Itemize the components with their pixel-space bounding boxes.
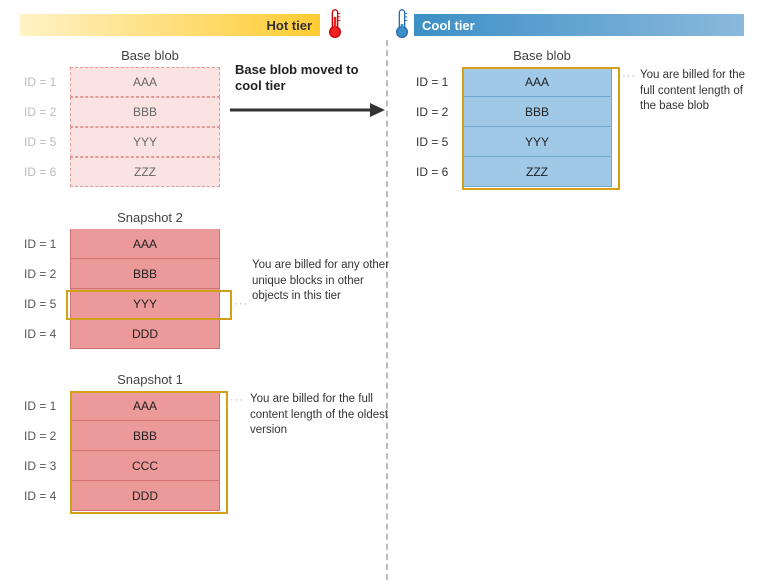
- id-label: ID = 1: [20, 237, 70, 251]
- block-cell: BBB: [462, 97, 612, 127]
- block-cell: YYY: [70, 289, 220, 319]
- id-label: ID = 2: [20, 267, 70, 281]
- hot-tier-label: Hot tier: [267, 18, 313, 33]
- id-label: ID = 1: [20, 399, 70, 413]
- base-blob-cool-title: Base blob: [467, 48, 617, 63]
- block-cell: YYY: [462, 127, 612, 157]
- block-cell: AAA: [462, 67, 612, 97]
- id-label: ID = 3: [20, 459, 70, 473]
- id-label: ID = 6: [412, 165, 462, 179]
- block-cell: ZZZ: [462, 157, 612, 187]
- id-label: ID = 1: [412, 75, 462, 89]
- block-cell: BBB: [70, 259, 220, 289]
- hot-tier-header: Hot tier: [20, 14, 320, 36]
- base-blob-cool-group: Base blob ID = 1AAA ID = 2BBB ID = 5YYY …: [412, 48, 617, 187]
- tier-divider: [386, 40, 388, 580]
- id-label: ID = 5: [412, 135, 462, 149]
- snapshot-2-group: Snapshot 2 ID = 1AAA ID = 2BBB ID = 5YYY…: [20, 210, 225, 349]
- id-label: ID = 2: [20, 105, 70, 119]
- block-cell: AAA: [70, 67, 220, 97]
- base-blob-hot-title: Base blob: [75, 48, 225, 63]
- base-blob-hot-group: Base blob ID = 1AAA ID = 2BBB ID = 5YYY …: [20, 48, 225, 187]
- move-arrow-icon: [230, 100, 385, 123]
- block-cell: DDD: [70, 481, 220, 511]
- block-cell: AAA: [70, 229, 220, 259]
- cool-tier-label: Cool tier: [422, 18, 475, 33]
- cool-tier-header: Cool tier: [414, 14, 744, 36]
- annotation-unique-blocks: You are billed for any other unique bloc…: [252, 258, 392, 305]
- snapshot-2-title: Snapshot 2: [75, 210, 225, 225]
- block-cell: AAA: [70, 391, 220, 421]
- block-cell: CCC: [70, 451, 220, 481]
- annotation-cool-full: You are billed for the full content leng…: [640, 68, 755, 115]
- block-cell: BBB: [70, 97, 220, 127]
- id-label: ID = 2: [412, 105, 462, 119]
- id-label: ID = 5: [20, 297, 70, 311]
- block-cell: DDD: [70, 319, 220, 349]
- annotation-oldest-version: You are billed for the full content leng…: [250, 392, 390, 439]
- block-cell: YYY: [70, 127, 220, 157]
- block-cell: BBB: [70, 421, 220, 451]
- annotation-connector: ···: [622, 70, 636, 82]
- snapshot-1-group: Snapshot 1 ID = 1AAA ID = 2BBB ID = 3CCC…: [20, 372, 225, 511]
- snapshot-1-title: Snapshot 1: [75, 372, 225, 387]
- arrow-label: Base blob moved to cool tier: [235, 62, 375, 93]
- id-label: ID = 1: [20, 75, 70, 89]
- thermometer-cool-icon: [393, 8, 411, 40]
- annotation-connector: ···: [234, 298, 248, 310]
- id-label: ID = 4: [20, 489, 70, 503]
- block-cell: ZZZ: [70, 157, 220, 187]
- annotation-connector: ···: [230, 394, 244, 406]
- thermometer-hot-icon: [326, 8, 344, 40]
- id-label: ID = 5: [20, 135, 70, 149]
- id-label: ID = 6: [20, 165, 70, 179]
- id-label: ID = 2: [20, 429, 70, 443]
- id-label: ID = 4: [20, 327, 70, 341]
